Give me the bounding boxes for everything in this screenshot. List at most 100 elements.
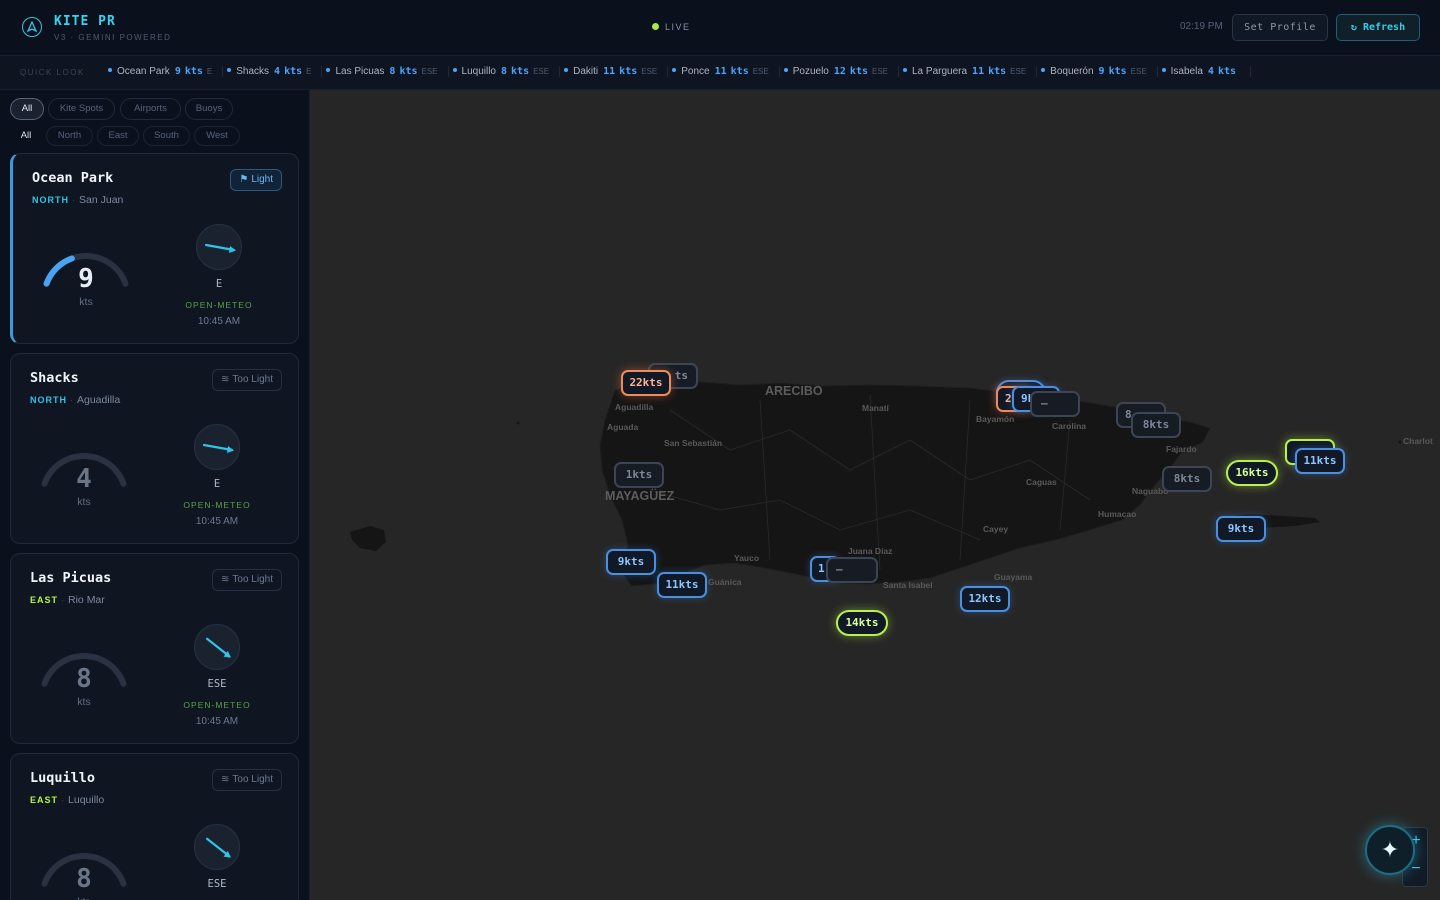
filter-region-south[interactable]: South [143,126,190,146]
ticker-wind-value: 11 [714,66,727,77]
condition-label: Too Light [232,374,273,385]
spot-card[interactable]: Ocean Park NORTH · San Juan ⚑ Light 9 kts E OPEN-… [10,153,299,344]
city-santa-isabel: Santa Isabel [883,580,933,590]
ticker-wind-dir: ESE [1130,67,1147,76]
status-dot-icon [452,68,457,72]
region-label: NORTH [30,395,67,405]
wind-unit: kts [79,296,93,308]
ticker-wind-dir: ESE [533,67,550,76]
spot-location: Luquillo [68,794,105,806]
set-profile-button[interactable]: Set Profile [1232,14,1328,41]
map-marker[interactable]: 8kts [1131,412,1181,438]
region-label: NORTH [32,195,69,205]
ticker-item[interactable]: Isabela 4 kts [1161,66,1251,77]
city-caguas: Caguas [1026,477,1057,487]
ticker-spot-name: Ocean Park [117,66,170,77]
ticker-wind-unit: kts [1217,66,1236,77]
ticker-spot-name: Ponce [681,66,710,77]
map-marker[interactable]: – [826,557,878,583]
ai-assistant-button[interactable]: ✦ [1365,825,1415,875]
spot-name: Luquillo [30,770,96,786]
spot-card[interactable]: LuquilloEAST·Luquillo≋Too Light8ktsESE [10,753,299,900]
updated-time: 10:45 AM [195,716,239,727]
filter-type-all[interactable]: All [10,98,44,120]
ticker-spot-name: Boquerón [1050,66,1094,77]
filter-type-buoys[interactable]: Buoys [185,98,233,120]
ticker-spot-name: Isabela [1170,66,1203,77]
filter-region-west[interactable]: West [194,126,240,146]
ticker-item[interactable]: Ocean Park 9 kts E [108,66,224,77]
ticker-item[interactable]: Dakiti 11 kts ESE [564,66,669,77]
separator-dot: · [61,795,66,805]
city-aguadilla: Aguadilla [615,402,654,412]
condition-label: Light [251,174,273,185]
ticker-item[interactable]: Shacks 4 kts E [227,66,323,77]
condition-badge: ≋ Too Light [212,569,282,591]
map-marker[interactable]: – [1030,391,1080,417]
map[interactable]: ARECIBO MAYAGÜEZ Aguadilla Aguada San Se… [310,90,1440,900]
refresh-button[interactable]: ↻ Refresh [1336,14,1420,41]
ticker-spot-name: Dakiti [573,66,599,77]
ticker-item[interactable]: Ponce 11 kts ESE [672,66,780,77]
spot-location: San Juan [79,194,124,206]
data-source: OPEN-METEO [183,500,251,510]
spot-card[interactable]: Las Picuas EAST · Rio Mar ≋ Too Light 8 kts ESE O… [10,553,299,744]
ticker-wind-value: 9 [1098,66,1105,77]
status-dot-icon [903,68,907,72]
filter-type-airports[interactable]: Airports [120,98,181,120]
map-marker[interactable]: 8kts [1162,466,1212,492]
ticker-wind-dir: ESE [752,67,769,76]
ticker-item[interactable]: Las Picuas 8 kts ESE [326,66,449,77]
city-juana-diaz: Juana Díaz [848,546,893,556]
filter-region-east[interactable]: East [97,126,139,146]
ticker-item[interactable]: Pozuelo 12 kts ESE [783,66,899,77]
ticker-spot-name: La Parguera [912,66,968,77]
city-guayama: Guayama [994,572,1033,582]
wind-unit: kts [77,496,91,508]
ticker-spot-name: Pozuelo [792,66,829,77]
map-marker[interactable]: 9kts [1216,516,1266,542]
status-dot-icon [564,68,569,72]
spot-name: Shacks [30,370,79,386]
wind-speed: 8 [76,864,92,894]
filter-type-kite-spots[interactable]: Kite Spots [48,98,115,120]
status-dot-icon [227,68,232,72]
ticker-wind-unit: kts [1108,66,1127,77]
region-label: EAST [30,595,59,605]
map-marker[interactable]: 11kts [1295,448,1345,474]
city-san-sebastian: San Sebastián [664,438,723,448]
ticker-wind-value: 8 [389,66,396,77]
status-dot-icon [1161,68,1166,72]
spot-name: Ocean Park [32,170,114,186]
city-guanica: Guánica [708,577,742,587]
map-marker[interactable]: 16kts [1226,460,1278,486]
map-marker[interactable]: 22kts [621,370,671,396]
zzz-icon: ≋ [221,374,230,385]
status-dot-icon [1041,68,1046,72]
ticker-wind-value: 11 [972,66,985,77]
map-marker[interactable]: 9kts [606,549,656,575]
city-mayaguez: MAYAGÜEZ [605,489,675,503]
city-carolina: Carolina [1052,421,1087,431]
ticker-item[interactable]: Boquerón 9 kts ESE [1041,66,1158,77]
map-marker[interactable]: 14kts [836,610,888,636]
ticker-wind-value: 12 [833,66,846,77]
spot-card[interactable]: Shacks NORTH · Aguadilla ≋ Too Light 4 kts E OPEN… [10,353,299,544]
ticker-wind-unit: kts [849,66,868,77]
wind-direction: ESE [207,678,227,690]
ticker-item[interactable]: Luquillo 8 kts ESE [452,66,561,77]
ticker-wind-dir: ESE [871,67,888,76]
wind-direction-arrow-icon [194,424,240,470]
spot-region: EAST · Rio Mar [30,594,105,606]
ticker-item[interactable]: La Parguera 11 kts ESE [903,66,1038,77]
wind-direction: ESE [207,878,227,890]
data-source: OPEN-METEO [185,300,253,310]
map-marker[interactable]: 11kts [657,572,707,598]
map-marker[interactable]: 12kts [960,586,1010,612]
filter-region-all[interactable]: All [10,126,42,146]
filter-region-north[interactable]: North [46,126,93,146]
condition-label: Too Light [232,774,273,785]
app-header: KITE PR V3 · GEMINI POWERED LIVE 02:19 P… [0,0,1440,56]
ticker-wind-value: 8 [501,66,508,77]
map-marker[interactable]: 1kts [614,462,664,488]
